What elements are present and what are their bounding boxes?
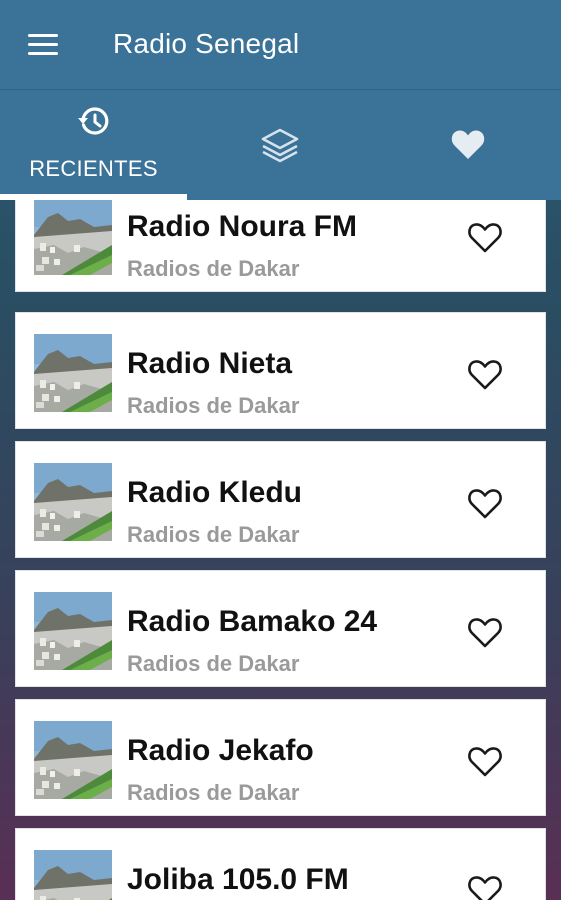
station-thumbnail bbox=[34, 592, 112, 670]
station-subtitle: Radios de Dakar bbox=[127, 651, 300, 676]
heart-outline-icon[interactable] bbox=[466, 486, 504, 520]
menu-icon[interactable] bbox=[26, 31, 60, 59]
station-item[interactable]: Joliba 105.0 FMRadios de Dakar bbox=[15, 828, 546, 900]
tab-recientes[interactable]: RECIENTES bbox=[0, 90, 187, 200]
station-name: Radio Jekafo bbox=[127, 734, 314, 767]
station-item[interactable]: Radio Bamako 24 Radios de Dakar bbox=[15, 570, 546, 687]
app-bar: Radio Senegal bbox=[0, 0, 561, 90]
station-subtitle: Radios de Dakar bbox=[127, 256, 300, 281]
history-icon bbox=[78, 107, 109, 135]
heart-outline-icon[interactable] bbox=[466, 220, 504, 254]
heart-icon bbox=[451, 130, 485, 159]
station-item[interactable]: Radio Noura FM Radios de Dakar bbox=[15, 200, 546, 292]
station-list: Radio Noura FM Radios de Dakar Radio Nieta… bbox=[15, 200, 548, 900]
station-item[interactable]: Radio Nieta Radios de Dakar bbox=[15, 312, 546, 429]
heart-outline-icon[interactable] bbox=[466, 615, 504, 649]
station-thumbnail bbox=[34, 200, 112, 275]
heart-outline-icon[interactable] bbox=[466, 873, 504, 900]
station-subtitle: Radios de Dakar bbox=[127, 522, 300, 547]
tab-categories[interactable] bbox=[187, 90, 374, 200]
station-thumbnail bbox=[34, 334, 112, 412]
tab-favorites[interactable] bbox=[374, 90, 561, 200]
station-thumbnail bbox=[34, 463, 112, 541]
heart-outline-icon[interactable] bbox=[466, 357, 504, 391]
station-subtitle: Radios de Dakar bbox=[127, 780, 300, 805]
station-subtitle: Radios de Dakar bbox=[127, 393, 300, 418]
station-item[interactable]: Radio Kledu Radios de Dakar bbox=[15, 441, 546, 558]
tab-recientes-label: RECIENTES bbox=[29, 156, 158, 181]
station-name: Radio Noura FM bbox=[127, 210, 357, 243]
layers-icon bbox=[261, 128, 299, 163]
station-name: Radio Nieta bbox=[127, 347, 293, 380]
station-name: Joliba 105.0 FM bbox=[127, 863, 349, 896]
heart-outline-icon[interactable] bbox=[466, 744, 504, 778]
app-title: Radio Senegal bbox=[113, 28, 300, 59]
station-name: Radio Bamako 24 bbox=[127, 605, 378, 638]
station-thumbnail bbox=[34, 721, 112, 799]
station-thumbnail bbox=[34, 850, 112, 900]
station-name: Radio Kledu bbox=[127, 476, 303, 509]
station-item[interactable]: Radio Jekafo Radios de Dakar bbox=[15, 699, 546, 816]
tab-bar: RECIENTES bbox=[0, 90, 561, 200]
